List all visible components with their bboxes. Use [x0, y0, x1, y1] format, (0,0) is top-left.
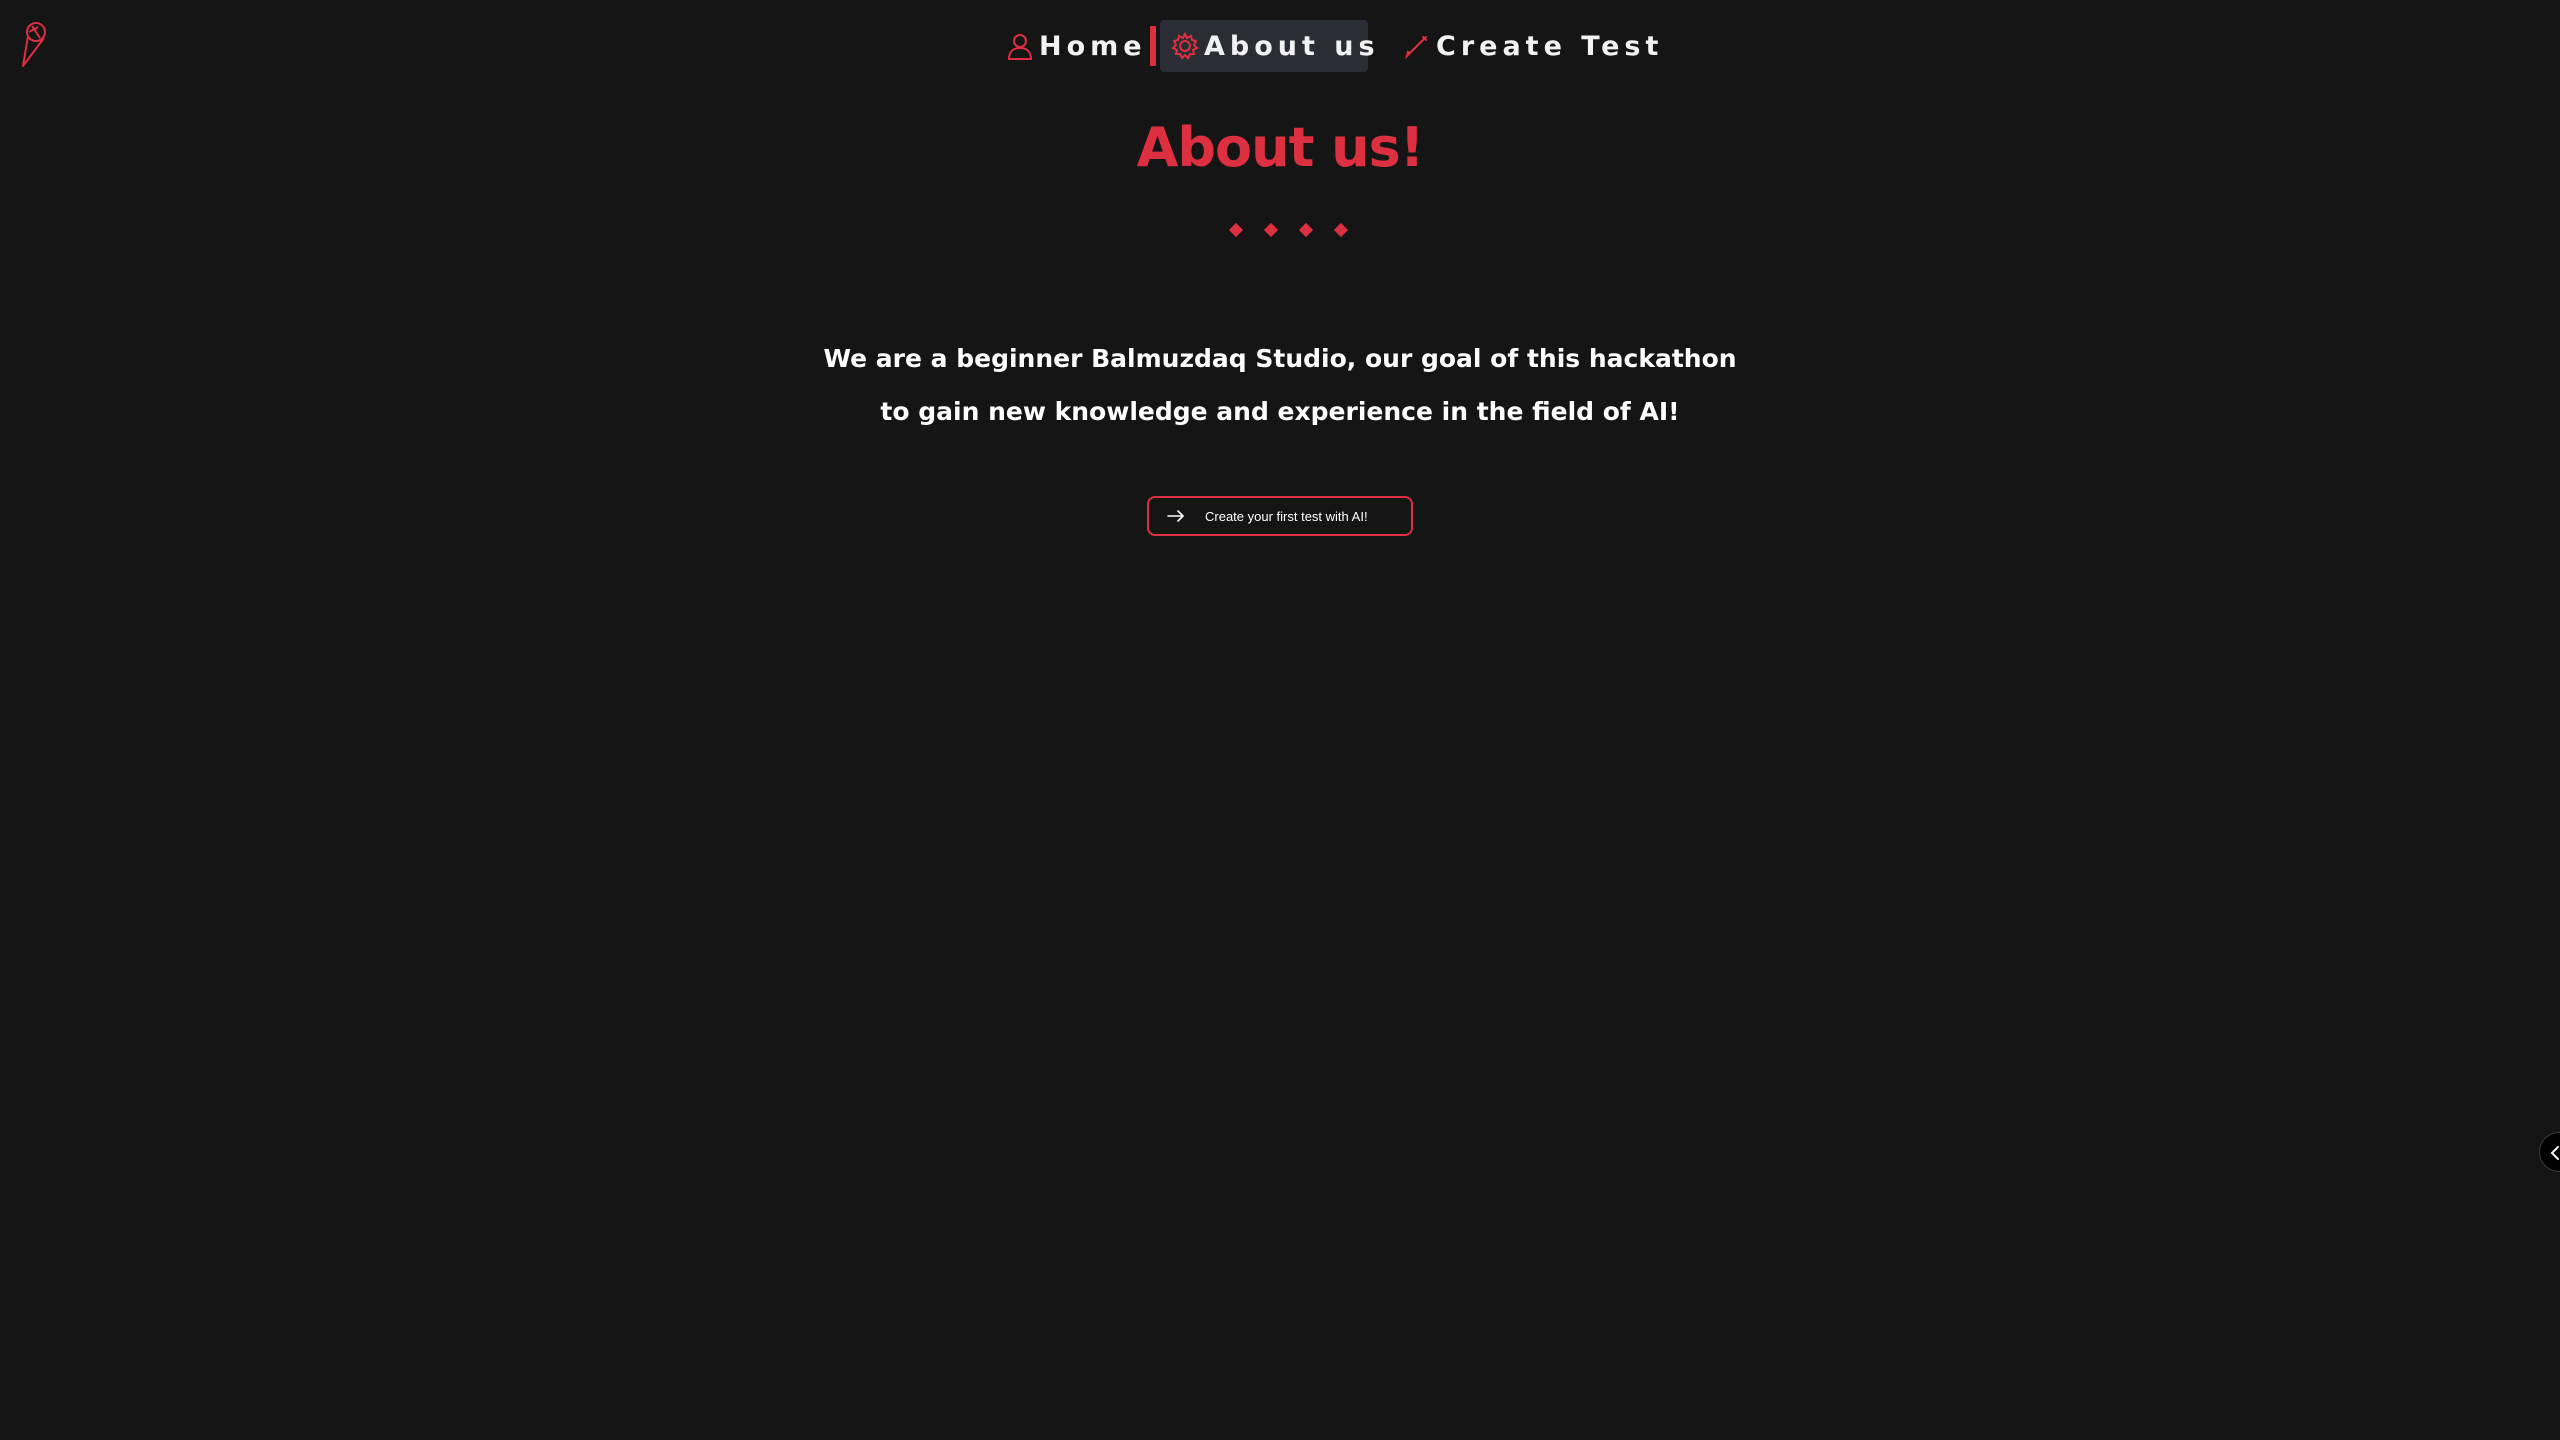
- diamond-icon: [1228, 222, 1244, 238]
- side-panel-toggle[interactable]: [2539, 1132, 2560, 1172]
- create-first-test-button[interactable]: Create your first test with AI!: [1147, 496, 1413, 536]
- intro-line-1: We are a beginner Balmuzdaq Studio, our …: [823, 344, 1737, 373]
- cta-label: Create your first test with AI!: [1205, 508, 1368, 524]
- diamond-icon: [1298, 222, 1314, 238]
- top-navigation: Home About us Create Test: [0, 20, 2560, 72]
- about-page: Home About us Create Test About us! We a…: [0, 0, 2560, 1440]
- diamond-icon: [1263, 222, 1279, 238]
- nav-about-us[interactable]: About us: [1160, 20, 1375, 72]
- page-title: About us!: [1136, 116, 1425, 179]
- arrow-right-icon: [1167, 509, 1185, 523]
- pen-icon: [1402, 31, 1432, 61]
- nav-create-test-label: Create Test: [1436, 30, 1664, 62]
- nav-home[interactable]: Home: [1005, 20, 1147, 72]
- chevron-left-icon: [2550, 1146, 2559, 1160]
- diamond-icon: [1333, 222, 1349, 238]
- user-icon: [1005, 31, 1035, 61]
- nav-home-label: Home: [1039, 30, 1147, 62]
- nav-about-us-label: About us: [1204, 30, 1380, 62]
- gear-icon: [1170, 31, 1200, 61]
- nav-create-test[interactable]: Create Test: [1402, 20, 1663, 72]
- decorative-diamonds: [1228, 222, 1349, 241]
- active-indicator: [1150, 26, 1156, 66]
- intro-line-2: to gain new knowledge and experience in …: [880, 397, 1680, 426]
- intro-text: We are a beginner Balmuzdaq Studio, our …: [0, 332, 2560, 438]
